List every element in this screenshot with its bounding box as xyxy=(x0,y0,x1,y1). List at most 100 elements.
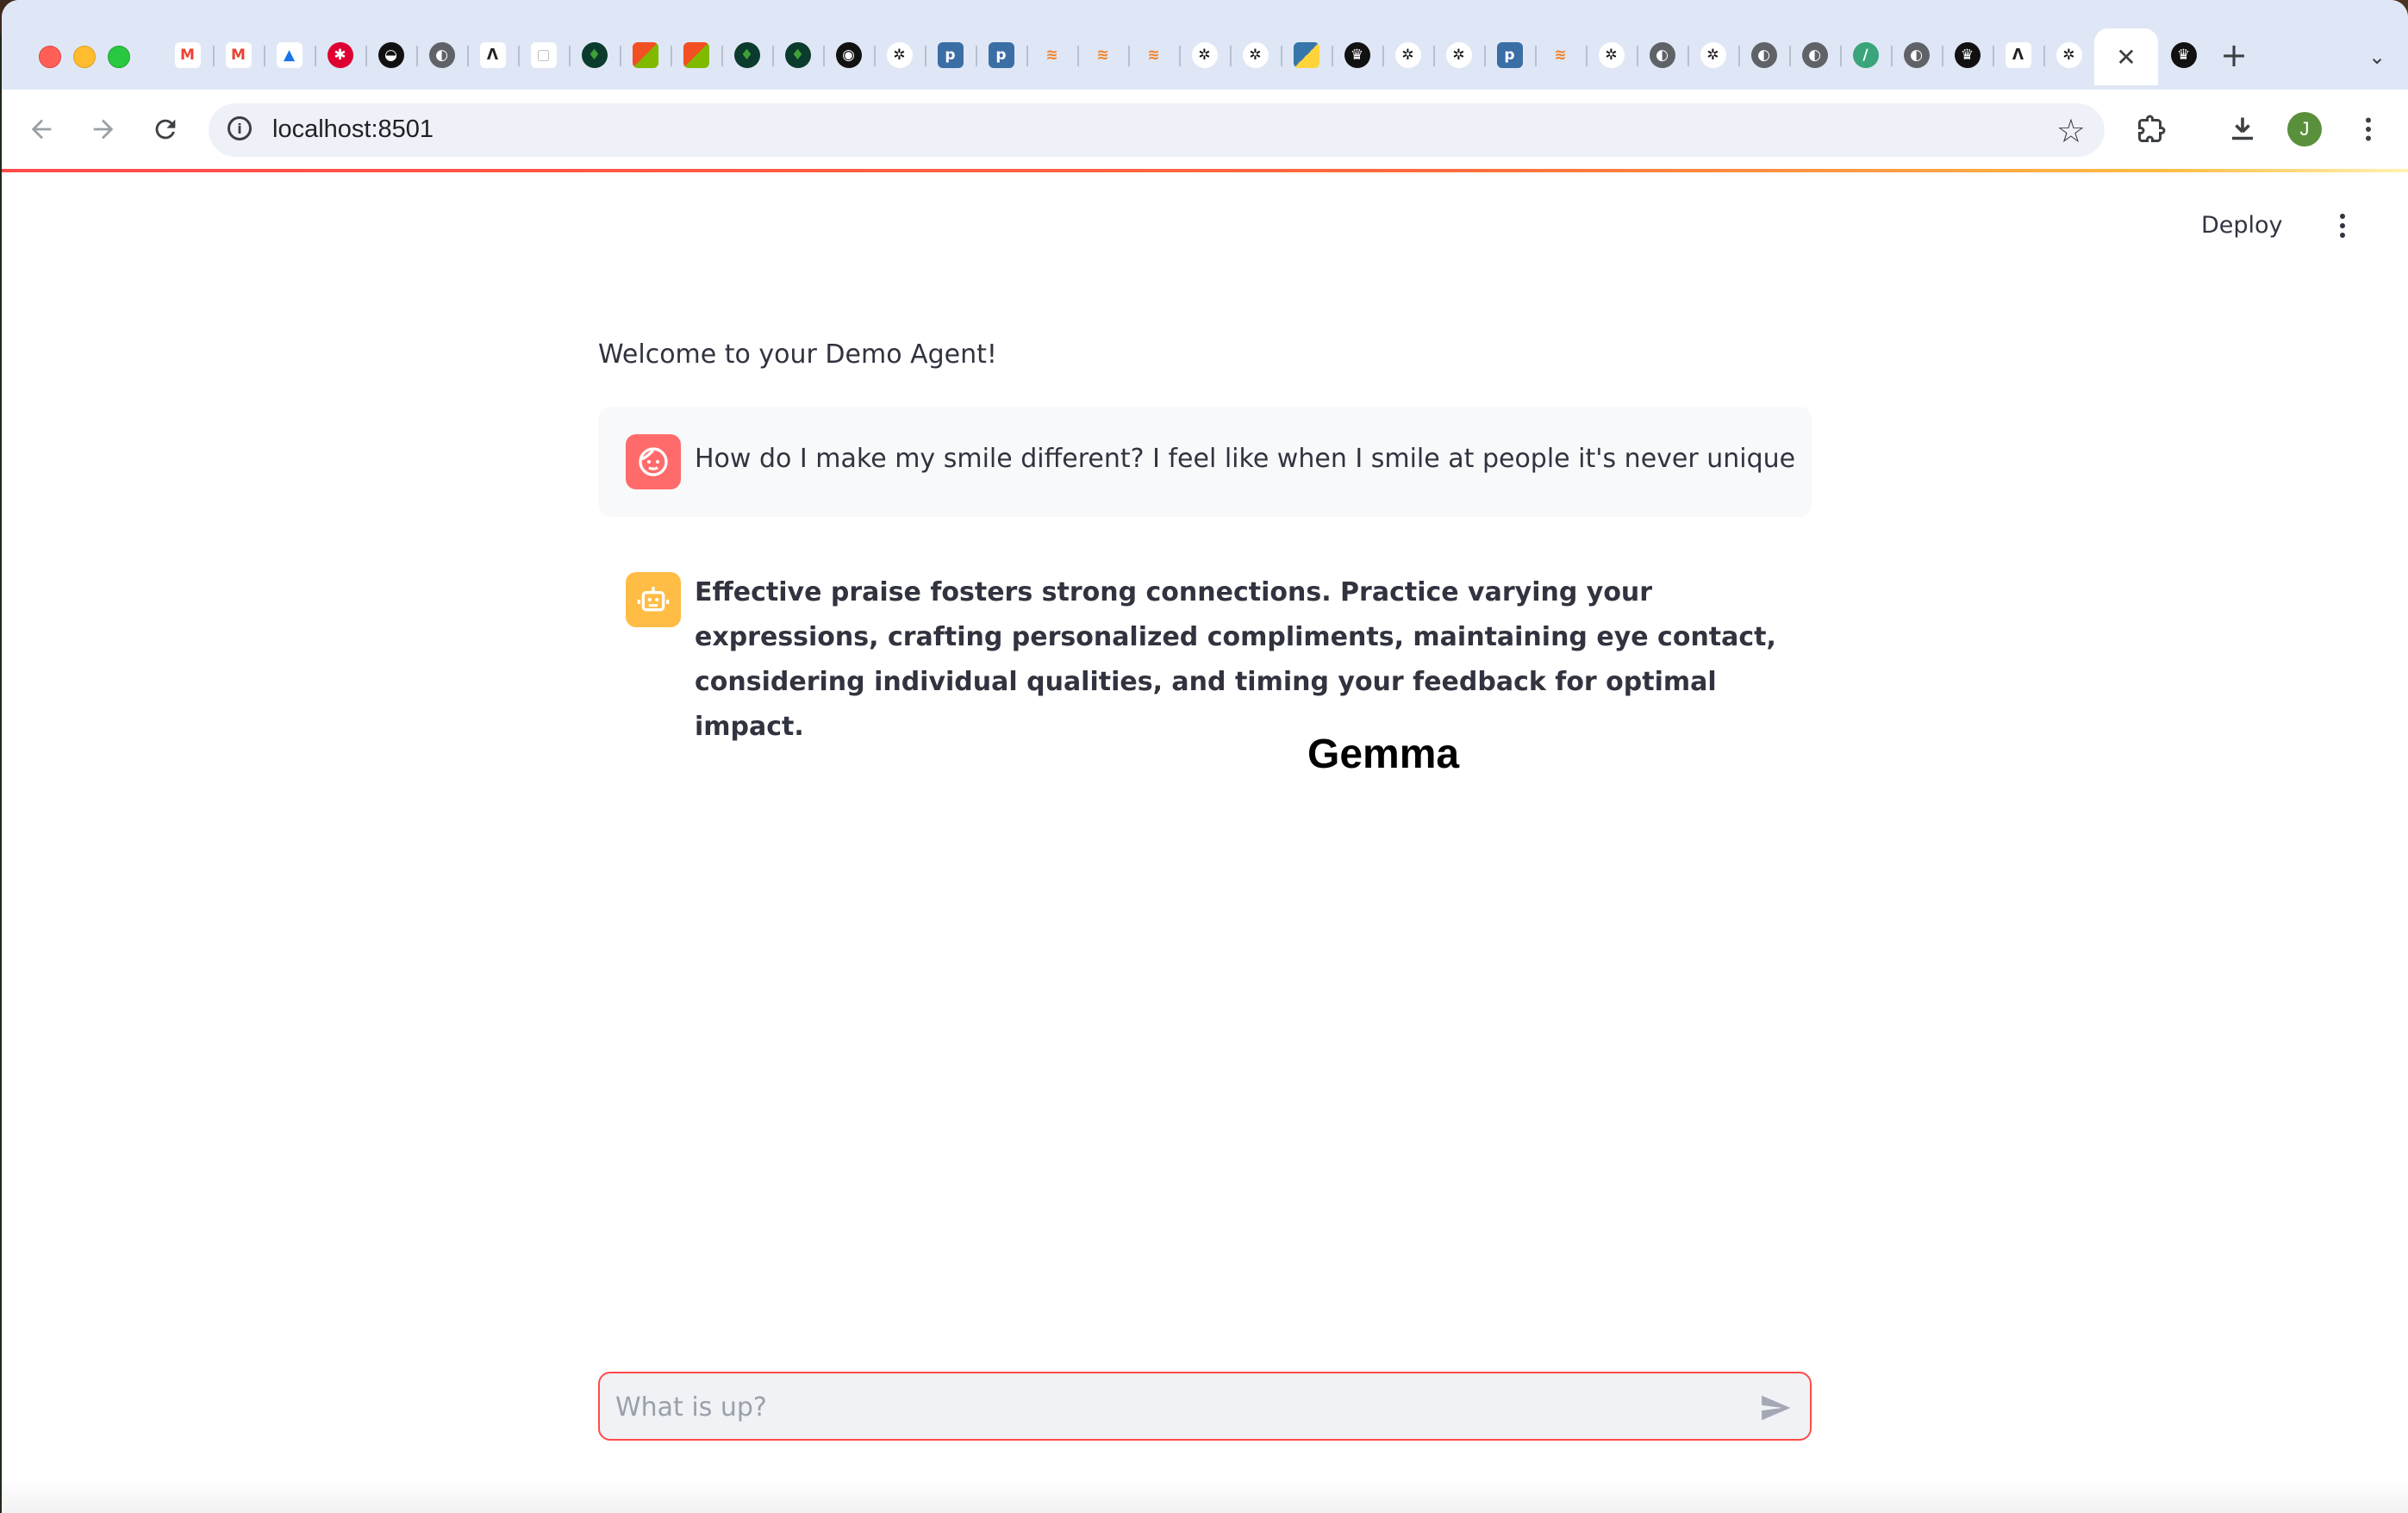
vertical-dots-icon xyxy=(2366,117,2371,141)
globe-icon: ◐ xyxy=(1649,42,1675,68)
maximize-window-button[interactable] xyxy=(108,46,130,68)
microsoft-icon xyxy=(632,42,658,68)
browser-tab[interactable]: ∕ xyxy=(1840,28,1891,82)
gmail-icon: M xyxy=(174,42,201,68)
smiley-face-icon xyxy=(639,447,668,476)
profile-avatar[interactable]: J xyxy=(2287,112,2322,146)
app-menu-button[interactable] xyxy=(2325,209,2360,243)
browser-menu-button[interactable] xyxy=(2348,109,2389,150)
crown-icon: ♛ xyxy=(2170,42,2197,68)
browser-toolbar: i localhost:8501 ☆ xyxy=(2,90,2408,169)
openai-icon: ✲ xyxy=(2056,42,2082,68)
browser-tab[interactable]: ◐ xyxy=(1789,28,1840,82)
minimize-window-button[interactable] xyxy=(73,46,96,68)
site-info-icon[interactable]: i xyxy=(228,116,252,140)
openai-icon: ✲ xyxy=(1445,42,1472,68)
crown-icon: ♛ xyxy=(1344,42,1370,68)
chat-input-container xyxy=(598,1372,1812,1441)
globe-icon: ◐ xyxy=(1750,42,1777,68)
browser-tab[interactable]: ♦ xyxy=(772,28,823,82)
browser-tab[interactable]: ᐱ xyxy=(467,28,518,82)
browser-tab[interactable]: ♦ xyxy=(721,28,772,82)
angular-icon: ✱ xyxy=(327,42,353,68)
bookmark-star-icon[interactable]: ☆ xyxy=(2056,112,2086,150)
browser-tab[interactable]: ♛ xyxy=(1942,28,1993,82)
openai-icon: ✲ xyxy=(886,42,913,68)
send-button[interactable] xyxy=(1758,1391,1793,1425)
browser-tab[interactable]: ◐ xyxy=(1891,28,1942,82)
browser-tab[interactable]: ✲ xyxy=(1230,28,1281,82)
reload-button[interactable] xyxy=(145,109,186,150)
browser-tab[interactable] xyxy=(1281,28,1332,82)
streamlit-app: Deploy Welcome to your Demo Agent! How d… xyxy=(2,172,2408,1513)
user-avatar xyxy=(626,434,681,489)
browser-tab[interactable]: ✲ xyxy=(874,28,925,82)
new-tab-button[interactable]: + xyxy=(2213,34,2255,76)
robot-icon xyxy=(637,587,670,612)
close-window-button[interactable] xyxy=(39,46,61,68)
stackoverflow-icon: ≋ xyxy=(1045,47,1058,64)
arrow-left-icon xyxy=(31,119,52,140)
browser-tab[interactable]: ◐ xyxy=(416,28,467,82)
browser-tab[interactable]: ✲ xyxy=(1179,28,1230,82)
tab-strip: M M ▲ ✱ ◒ ◐ ᐱ ▢ ♦ ♦ ♦ ◉ ✲ p p ≋ ≋ ≋ ✲ ✲ ♛ ✲ ✲ p ≋ ✲ ◐ ✲ ◐ ◐ ∕ ◐ ♛ ᐱ ✲ ✕ ♛ + … xyxy=(2,0,2408,90)
github-icon: ◉ xyxy=(835,42,862,68)
browser-tab[interactable]: ✲ xyxy=(1586,28,1637,82)
browser-tab[interactable]: ♦ xyxy=(569,28,620,82)
openai-icon: ✲ xyxy=(1191,42,1218,68)
browser-tab[interactable]: ▲ xyxy=(264,28,315,82)
extensions-button[interactable] xyxy=(2130,109,2172,150)
globe-icon: ◐ xyxy=(1903,42,1930,68)
assistant-avatar xyxy=(626,572,681,627)
browser-tab[interactable]: p xyxy=(976,28,1026,82)
deploy-button[interactable]: Deploy xyxy=(2201,212,2283,239)
active-tab[interactable]: ✕ xyxy=(2094,28,2158,85)
browser-tab[interactable]: ᐱ xyxy=(1993,28,2043,82)
browser-tab[interactable]: ◐ xyxy=(1637,28,1687,82)
browser-tab[interactable]: M xyxy=(213,28,264,82)
p-icon: p xyxy=(1496,42,1523,68)
browser-tab[interactable]: ◒ xyxy=(365,28,416,82)
arrow-right-icon xyxy=(93,119,114,140)
browser-tab[interactable]: ✲ xyxy=(2043,28,2094,82)
mongodb-icon: ♦ xyxy=(784,42,811,68)
browser-tab[interactable]: ✱ xyxy=(315,28,365,82)
dot-icon xyxy=(2340,214,2345,219)
browser-tab[interactable]: ≋ xyxy=(1077,28,1128,82)
browser-tab[interactable]: ♛ xyxy=(2158,28,2209,82)
browser-tab[interactable]: ◐ xyxy=(1738,28,1789,82)
puzzle-icon xyxy=(2138,115,2166,142)
browser-tab[interactable]: ≋ xyxy=(1535,28,1586,82)
chat-message-user: How do I make my smile different? I feel… xyxy=(598,407,1812,517)
browser-tab[interactable]: ≋ xyxy=(1026,28,1077,82)
browser-tab[interactable] xyxy=(620,28,671,82)
p-icon: p xyxy=(988,42,1014,68)
browser-tab[interactable]: ≋ xyxy=(1128,28,1179,82)
close-tab-icon[interactable]: ✕ xyxy=(2116,43,2136,72)
llama-icon: ᐱ xyxy=(2005,42,2031,68)
downloads-button[interactable] xyxy=(2222,109,2263,150)
back-button[interactable] xyxy=(21,109,62,150)
send-icon xyxy=(1762,1395,1791,1421)
browser-tab[interactable]: ✲ xyxy=(1433,28,1484,82)
tab-search-button[interactable]: ⌄ xyxy=(2358,38,2396,76)
download-icon xyxy=(2232,117,2253,140)
bottom-fade xyxy=(2,1479,2408,1513)
llama-icon: ᐱ xyxy=(479,42,506,68)
browser-tab[interactable]: ✲ xyxy=(1687,28,1738,82)
url-text[interactable]: localhost:8501 xyxy=(272,115,434,144)
browser-tab[interactable]: M xyxy=(162,28,213,82)
browser-tab[interactable]: ♛ xyxy=(1332,28,1382,82)
chat-input[interactable] xyxy=(614,1384,1737,1430)
crown-icon: ♛ xyxy=(1954,42,1981,68)
openai-icon: ✲ xyxy=(1700,42,1726,68)
address-bar[interactable]: i localhost:8501 ☆ xyxy=(209,103,2105,157)
browser-tab[interactable] xyxy=(671,28,721,82)
browser-tab[interactable]: ◉ xyxy=(823,28,874,82)
browser-tab[interactable]: p xyxy=(1484,28,1535,82)
browser-tab[interactable]: ▢ xyxy=(518,28,569,82)
browser-tab[interactable]: p xyxy=(925,28,976,82)
browser-tab[interactable]: ✲ xyxy=(1382,28,1433,82)
google-drive-icon: ▲ xyxy=(276,42,303,68)
forward-button[interactable] xyxy=(83,109,124,150)
